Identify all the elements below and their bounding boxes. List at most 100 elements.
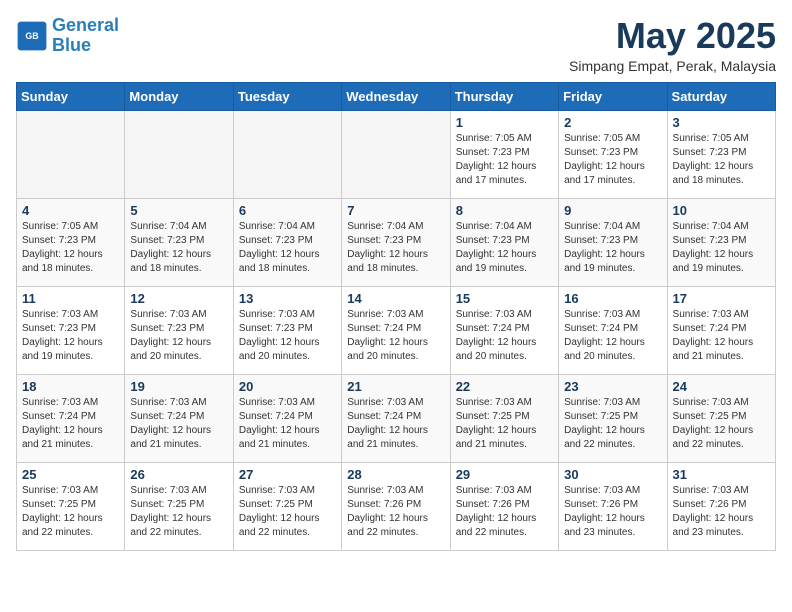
- calendar-cell: 25 Sunrise: 7:03 AM Sunset: 7:25 PM Dayli…: [17, 462, 125, 550]
- calendar-cell: 8 Sunrise: 7:04 AM Sunset: 7:23 PM Daylig…: [450, 198, 558, 286]
- day-info: Sunrise: 7:03 AM Sunset: 7:25 PM Dayligh…: [564, 396, 661, 452]
- day-info: Sunrise: 7:03 AM Sunset: 7:24 PM Dayligh…: [22, 396, 119, 452]
- calendar-cell: 15Sunrise: 7:03 AM Sunset: 7:24 PM Dayli…: [450, 286, 558, 374]
- calendar-cell: 22 Sunrise: 7:03 AM Sunset: 7:25 PM Dayli…: [450, 374, 558, 462]
- day-number: 1: [456, 115, 553, 130]
- calendar-week-4: 18 Sunrise: 7:03 AM Sunset: 7:24 PM Dayli…: [17, 374, 776, 462]
- day-info: Sunrise: 7:03 AM Sunset: 7:25 PM Dayligh…: [456, 396, 553, 452]
- page-header: GB General Blue May 2025 Simpang Empat, …: [16, 16, 776, 74]
- calendar-cell: 26Sunrise: 7:03 AM Sunset: 7:25 PM Dayli…: [125, 462, 233, 550]
- day-number: 8: [456, 203, 553, 218]
- calendar-cell: 17Sunrise: 7:03 AM Sunset: 7:24 PM Dayli…: [667, 286, 775, 374]
- calendar-cell: 31 Sunrise: 7:03 AM Sunset: 7:26 PM Dayli…: [667, 462, 775, 550]
- day-info: Sunrise: 7:03 AM Sunset: 7:25 PM Dayligh…: [239, 484, 336, 540]
- calendar-cell: 4 Sunrise: 7:05 AM Sunset: 7:23 PM Daylig…: [17, 198, 125, 286]
- calendar-cell: 6 Sunrise: 7:04 AM Sunset: 7:23 PM Daylig…: [233, 198, 341, 286]
- calendar-cell: 9 Sunrise: 7:04 AM Sunset: 7:23 PM Daylig…: [559, 198, 667, 286]
- day-info: Sunrise: 7:03 AM Sunset: 7:26 PM Dayligh…: [673, 484, 770, 540]
- day-info: Sunrise: 7:03 AM Sunset: 7:24 PM Dayligh…: [347, 308, 444, 364]
- day-number: 23: [564, 379, 661, 394]
- day-number: 6: [239, 203, 336, 218]
- calendar-cell: 23 Sunrise: 7:03 AM Sunset: 7:25 PM Dayli…: [559, 374, 667, 462]
- day-number: 25: [22, 467, 119, 482]
- day-number: 13: [239, 291, 336, 306]
- day-info: Sunrise: 7:05 AM Sunset: 7:23 PM Dayligh…: [22, 220, 119, 276]
- day-number: 12: [130, 291, 227, 306]
- day-number: 3: [673, 115, 770, 130]
- calendar-cell: 19Sunrise: 7:03 AM Sunset: 7:24 PM Dayli…: [125, 374, 233, 462]
- day-info: Sunrise: 7:03 AM Sunset: 7:25 PM Dayligh…: [673, 396, 770, 452]
- logo: GB General Blue: [16, 16, 119, 56]
- day-info: Sunrise: 7:03 AM Sunset: 7:23 PM Dayligh…: [130, 308, 227, 364]
- calendar-cell: 20 Sunrise: 7:03 AM Sunset: 7:24 PM Dayli…: [233, 374, 341, 462]
- calendar-week-3: 11 Sunrise: 7:03 AM Sunset: 7:23 PM Dayli…: [17, 286, 776, 374]
- weekday-header-thursday: Thursday: [450, 82, 558, 110]
- calendar-cell: 29 Sunrise: 7:03 AM Sunset: 7:26 PM Dayli…: [450, 462, 558, 550]
- day-info: Sunrise: 7:03 AM Sunset: 7:26 PM Dayligh…: [564, 484, 661, 540]
- calendar-week-2: 4 Sunrise: 7:05 AM Sunset: 7:23 PM Daylig…: [17, 198, 776, 286]
- calendar-cell: 11 Sunrise: 7:03 AM Sunset: 7:23 PM Dayli…: [17, 286, 125, 374]
- calendar-cell: [233, 110, 341, 198]
- calendar-cell: 7 Sunrise: 7:04 AM Sunset: 7:23 PM Daylig…: [342, 198, 450, 286]
- calendar-week-1: 1 Sunrise: 7:05 AM Sunset: 7:23 PM Daylig…: [17, 110, 776, 198]
- location-subtitle: Simpang Empat, Perak, Malaysia: [569, 58, 776, 74]
- day-info: Sunrise: 7:04 AM Sunset: 7:23 PM Dayligh…: [673, 220, 770, 276]
- day-number: 19: [130, 379, 227, 394]
- day-number: 21: [347, 379, 444, 394]
- calendar-cell: 16Sunrise: 7:03 AM Sunset: 7:24 PM Dayli…: [559, 286, 667, 374]
- weekday-header-tuesday: Tuesday: [233, 82, 341, 110]
- day-info: Sunrise: 7:03 AM Sunset: 7:24 PM Dayligh…: [239, 396, 336, 452]
- calendar-cell: 3 Sunrise: 7:05 AM Sunset: 7:23 PM Daylig…: [667, 110, 775, 198]
- day-number: 7: [347, 203, 444, 218]
- day-number: 5: [130, 203, 227, 218]
- day-info: Sunrise: 7:03 AM Sunset: 7:23 PM Dayligh…: [22, 308, 119, 364]
- day-number: 22: [456, 379, 553, 394]
- weekday-header-wednesday: Wednesday: [342, 82, 450, 110]
- day-number: 31: [673, 467, 770, 482]
- day-number: 9: [564, 203, 661, 218]
- title-area: May 2025 Simpang Empat, Perak, Malaysia: [569, 16, 776, 74]
- day-info: Sunrise: 7:03 AM Sunset: 7:24 PM Dayligh…: [564, 308, 661, 364]
- calendar-cell: [342, 110, 450, 198]
- calendar-cell: 13Sunrise: 7:03 AM Sunset: 7:23 PM Dayli…: [233, 286, 341, 374]
- day-info: Sunrise: 7:05 AM Sunset: 7:23 PM Dayligh…: [456, 132, 553, 188]
- calendar-cell: 27 Sunrise: 7:03 AM Sunset: 7:25 PM Dayli…: [233, 462, 341, 550]
- day-number: 14: [347, 291, 444, 306]
- logo-icon: GB: [16, 20, 48, 52]
- calendar-week-5: 25 Sunrise: 7:03 AM Sunset: 7:25 PM Dayli…: [17, 462, 776, 550]
- day-info: Sunrise: 7:05 AM Sunset: 7:23 PM Dayligh…: [564, 132, 661, 188]
- day-number: 20: [239, 379, 336, 394]
- day-info: Sunrise: 7:04 AM Sunset: 7:23 PM Dayligh…: [347, 220, 444, 276]
- day-number: 4: [22, 203, 119, 218]
- day-number: 11: [22, 291, 119, 306]
- day-info: Sunrise: 7:03 AM Sunset: 7:25 PM Dayligh…: [130, 484, 227, 540]
- svg-text:GB: GB: [25, 31, 38, 41]
- calendar-cell: 18 Sunrise: 7:03 AM Sunset: 7:24 PM Dayli…: [17, 374, 125, 462]
- calendar-cell: [17, 110, 125, 198]
- day-number: 10: [673, 203, 770, 218]
- day-info: Sunrise: 7:03 AM Sunset: 7:26 PM Dayligh…: [456, 484, 553, 540]
- day-info: Sunrise: 7:03 AM Sunset: 7:24 PM Dayligh…: [347, 396, 444, 452]
- day-number: 2: [564, 115, 661, 130]
- day-number: 27: [239, 467, 336, 482]
- day-info: Sunrise: 7:04 AM Sunset: 7:23 PM Dayligh…: [456, 220, 553, 276]
- logo-text: General Blue: [52, 16, 119, 56]
- day-number: 28: [347, 467, 444, 482]
- calendar-cell: 30 Sunrise: 7:03 AM Sunset: 7:26 PM Dayli…: [559, 462, 667, 550]
- day-number: 17: [673, 291, 770, 306]
- weekday-header-saturday: Saturday: [667, 82, 775, 110]
- day-info: Sunrise: 7:03 AM Sunset: 7:25 PM Dayligh…: [22, 484, 119, 540]
- day-info: Sunrise: 7:03 AM Sunset: 7:24 PM Dayligh…: [456, 308, 553, 364]
- day-number: 30: [564, 467, 661, 482]
- day-info: Sunrise: 7:04 AM Sunset: 7:23 PM Dayligh…: [239, 220, 336, 276]
- day-number: 18: [22, 379, 119, 394]
- month-title: May 2025: [569, 16, 776, 56]
- day-info: Sunrise: 7:05 AM Sunset: 7:23 PM Dayligh…: [673, 132, 770, 188]
- calendar-cell: 28Sunrise: 7:03 AM Sunset: 7:26 PM Dayli…: [342, 462, 450, 550]
- weekday-header-row: SundayMondayTuesdayWednesdayThursdayFrid…: [17, 82, 776, 110]
- calendar-cell: [125, 110, 233, 198]
- calendar-cell: 24Sunrise: 7:03 AM Sunset: 7:25 PM Dayli…: [667, 374, 775, 462]
- day-number: 29: [456, 467, 553, 482]
- day-info: Sunrise: 7:04 AM Sunset: 7:23 PM Dayligh…: [564, 220, 661, 276]
- calendar-cell: 5Sunrise: 7:04 AM Sunset: 7:23 PM Daylig…: [125, 198, 233, 286]
